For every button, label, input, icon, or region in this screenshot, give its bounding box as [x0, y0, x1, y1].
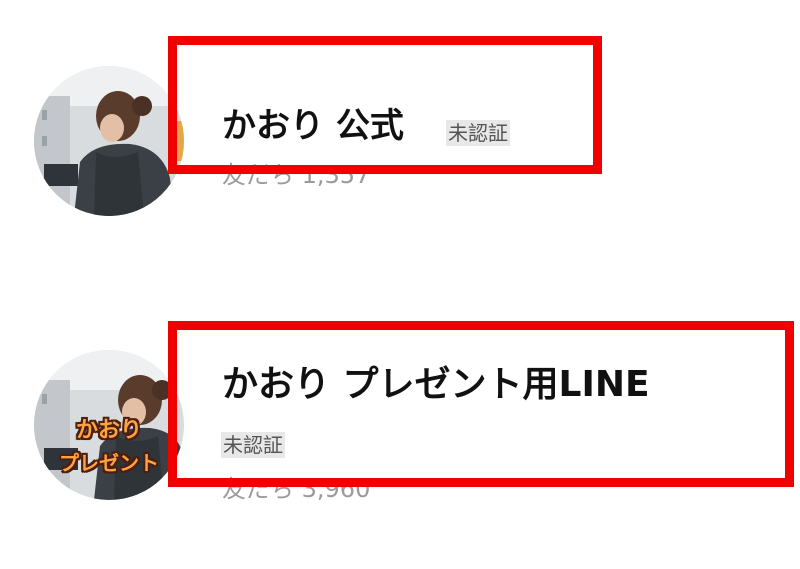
friend-count: 友だち 1,357: [222, 161, 371, 189]
avatar-caption: プレゼント: [59, 451, 159, 475]
account-name[interactable]: かおり プレゼント用LINE: [222, 362, 650, 408]
avatar-caption: かおり: [75, 418, 142, 443]
account-list-item[interactable]: かおり 公式 未認証 友だち 1,357: [0, 0, 800, 260]
friend-count: 友だち 3,960: [222, 475, 371, 503]
unverified-badge: 未認証: [221, 432, 285, 458]
account-avatar: [34, 66, 184, 216]
account-name[interactable]: かおり 公式: [222, 104, 404, 148]
account-list-item[interactable]: かおり プレゼント かおり プレゼント用LINE 未認証 友だち 3,960: [0, 280, 800, 569]
account-avatar: かおり プレゼント: [34, 350, 184, 500]
unverified-badge: 未認証: [446, 120, 510, 146]
